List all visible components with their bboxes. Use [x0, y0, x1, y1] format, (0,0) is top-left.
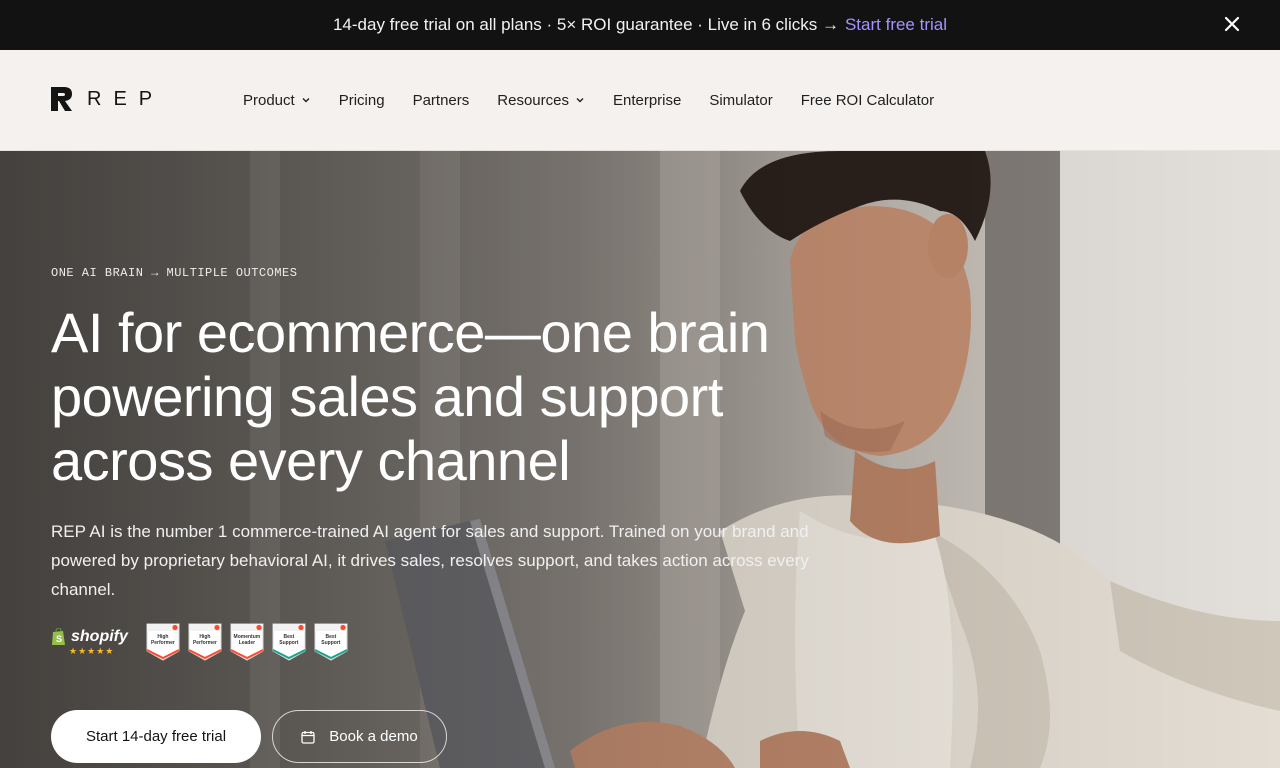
svg-text:S: S — [56, 634, 62, 644]
g2-badge-label: Best Support — [321, 634, 341, 646]
trust-badges: S shopify ★★★★★ High Performer High Perf… — [51, 623, 348, 661]
shopify-stars: ★★★★★ — [69, 645, 115, 656]
g2-badge-label: High Performer — [150, 634, 175, 646]
g2-badge-label: Best Support — [279, 634, 299, 646]
nav-product[interactable]: Product — [243, 87, 311, 113]
book-demo-label: Book a demo — [329, 728, 418, 745]
start-free-trial-link[interactable]: Start free trial — [845, 15, 947, 35]
g2-badge-best-support: Best Support — [272, 623, 306, 661]
hero-eyebrow: ONE AI BRAIN → MULTIPLE OUTCOMES — [51, 266, 298, 280]
rep-logo-mark — [51, 87, 72, 111]
nav-product-label: Product — [243, 91, 295, 109]
rep-logo[interactable]: REP — [51, 87, 164, 111]
nav-pricing[interactable]: Pricing — [339, 87, 385, 113]
g2-badge-best-support-2: Best Support — [314, 623, 348, 661]
g2-badge-label: High Performer — [192, 634, 217, 646]
chevron-down-icon — [576, 98, 584, 103]
nav-simulator[interactable]: Simulator — [709, 87, 772, 113]
nav-partners[interactable]: Partners — [413, 87, 470, 113]
nav-partners-label: Partners — [412, 91, 470, 109]
nav-resources[interactable]: Resources — [497, 87, 585, 113]
g2-badge-label: Momentum Leader — [233, 634, 261, 646]
site-header: REP Product Pricing Partners Resources E… — [0, 50, 1280, 151]
nav-enterprise[interactable]: Enterprise — [613, 87, 681, 113]
nav-roi-calculator-label: Free ROI Calculator — [800, 91, 935, 109]
nav-simulator-label: Simulator — [709, 91, 773, 109]
nav-roi-calculator[interactable]: Free ROI Calculator — [801, 87, 934, 113]
chevron-down-icon — [302, 98, 310, 103]
shopify-rating: S shopify ★★★★★ — [51, 627, 128, 657]
shopify-wordmark: shopify — [71, 627, 128, 645]
main-nav: Product Pricing Partners Resources Enter… — [243, 87, 934, 113]
nav-pricing-label: Pricing — [338, 91, 385, 109]
nav-resources-label: Resources — [497, 91, 569, 109]
close-icon[interactable] — [1220, 12, 1244, 36]
hero-headline: AI for ecommerce—one brain powering sale… — [51, 301, 770, 492]
logo-text: REP — [87, 87, 165, 110]
book-demo-button[interactable]: Book a demo — [272, 710, 447, 763]
nav-enterprise-label: Enterprise — [612, 91, 682, 109]
start-trial-button[interactable]: Start 14-day free trial — [51, 710, 261, 763]
g2-badge-high-performer: High Performer — [146, 623, 180, 661]
announcement-text: 14-day free trial on all plans · 5× ROI … — [332, 15, 839, 34]
g2-badge-momentum-leader: Momentum Leader — [230, 623, 264, 661]
calendar-icon — [301, 730, 315, 744]
hero-section: ONE AI BRAIN → MULTIPLE OUTCOMES AI for … — [0, 151, 1280, 768]
g2-badge-high-performer-2: High Performer — [188, 623, 222, 661]
announcement-bar: 14-day free trial on all plans · 5× ROI … — [0, 0, 1280, 50]
shopify-bag-icon: S — [52, 627, 65, 645]
hero-subheadline: REP AI is the number 1 commerce-trained … — [51, 522, 809, 599]
hero-cta-row: Start 14-day free trial Book a demo — [51, 710, 447, 763]
